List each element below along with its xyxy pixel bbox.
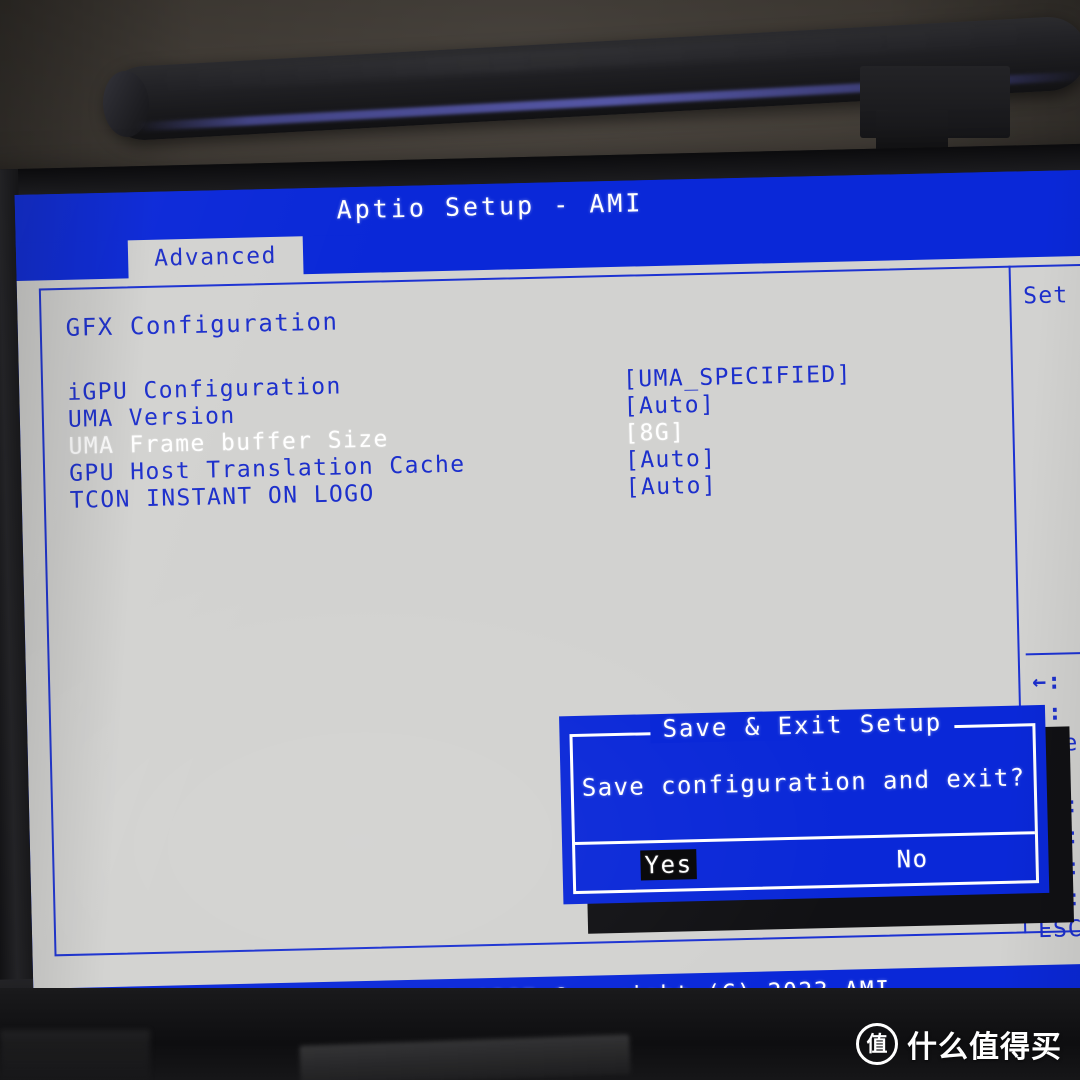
- tab-advanced[interactable]: Advanced: [127, 236, 304, 281]
- setting-value[interactable]: [Auto]: [623, 392, 715, 420]
- desk-object-blur: [0, 1030, 150, 1080]
- help-key-left-arrow: ←:: [1032, 668, 1063, 696]
- setting-value[interactable]: [UMA_SPECIFIED]: [623, 361, 852, 392]
- setting-value[interactable]: [8G]: [624, 419, 686, 446]
- watermark-text: 什么值得买: [907, 1030, 1062, 1065]
- yes-button[interactable]: Yes: [640, 849, 698, 881]
- setting-label: UMA Version: [67, 402, 236, 433]
- setting-value[interactable]: [Auto]: [625, 473, 717, 501]
- help-description-panel: Set: [1023, 280, 1080, 309]
- save-exit-dialog: Save & Exit Setup Save configuration and…: [559, 704, 1050, 905]
- watermark-logo-icon: 值: [856, 1023, 898, 1065]
- bios-screen: Aptio Setup - AMI Advanced GFX Configura…: [14, 169, 1080, 1035]
- monitor-body: Aptio Setup - AMI Advanced GFX Configura…: [0, 143, 1080, 1080]
- keyboard-blur: [299, 1034, 631, 1080]
- settings-list: GFX Configuration iGPU Configuration [UM…: [65, 293, 969, 515]
- watermark: 值 什么值得买: [856, 1022, 1062, 1066]
- no-button[interactable]: No: [892, 844, 933, 875]
- photo-scene: Aptio Setup - AMI Advanced GFX Configura…: [0, 0, 1080, 1080]
- help-description-text: Set: [1022, 282, 1069, 310]
- setting-value[interactable]: [Auto]: [625, 446, 717, 474]
